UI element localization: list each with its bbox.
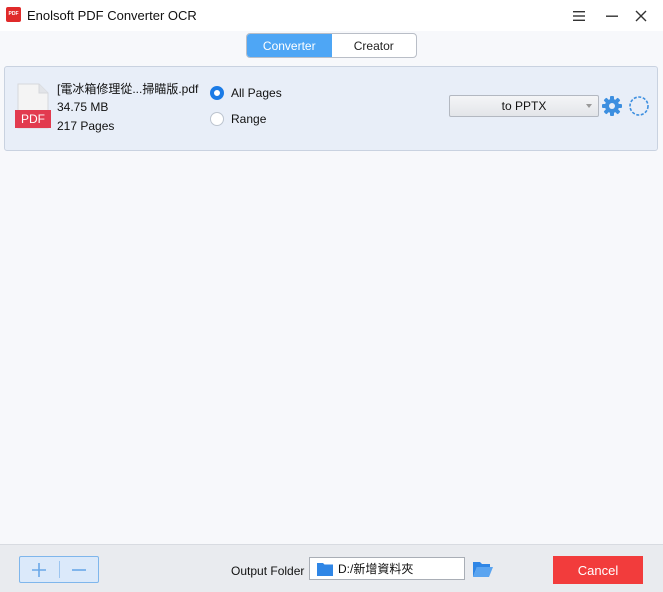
remove-icon [71,568,86,571]
add-remove-group [19,556,99,583]
app-logo: PDF [6,7,21,22]
output-format-select[interactable]: to PPTX [449,95,599,117]
output-format-value: to PPTX [501,99,547,113]
mode-tabs: Converter Creator [246,33,417,58]
open-folder-icon[interactable] [472,559,494,579]
menu-icon [573,10,585,21]
app-title: Enolsoft PDF Converter OCR [27,8,197,23]
menu-button[interactable] [564,0,594,31]
radio-label-all-pages: All Pages [231,86,282,100]
title-bar: PDF Enolsoft PDF Converter OCR [0,0,663,31]
tab-creator[interactable]: Creator [332,34,417,57]
add-icon [32,562,47,577]
close-button[interactable] [626,0,656,31]
radio-button-checked[interactable] [210,86,224,100]
file-name: [電冰箱修理從...掃瞄版.pdf [57,82,199,96]
radio-button-unchecked[interactable] [210,112,224,126]
output-folder-field[interactable]: D:/新增資料夾 [309,557,465,580]
add-file-button[interactable] [20,557,59,582]
cancel-button[interactable]: Cancel [553,556,643,584]
radio-all-pages[interactable]: All Pages [210,86,282,100]
file-item[interactable]: PDF [電冰箱修理從...掃瞄版.pdf 34.75 MB 217 Pages… [4,66,658,151]
chevron-down-icon [586,104,592,108]
close-icon [635,10,647,21]
minimize-icon [606,15,618,17]
file-size: 34.75 MB [57,100,109,114]
gear-icon[interactable] [601,95,623,117]
radio-label-range: Range [231,112,267,126]
pdf-badge: PDF [15,110,51,128]
file-page-count: 217 Pages [57,119,115,133]
output-folder-label: Output Folder [231,564,305,578]
loading-spinner-icon [629,96,649,116]
remove-file-button[interactable] [60,557,99,582]
bottom-bar: Output Folder D:/新增資料夾 Cancel [0,544,663,592]
folder-icon [317,562,333,576]
tab-converter[interactable]: Converter [247,34,332,57]
minimize-button[interactable] [597,0,627,31]
radio-range[interactable]: Range [210,112,266,126]
output-folder-path: D:/新增資料夾 [338,562,414,576]
